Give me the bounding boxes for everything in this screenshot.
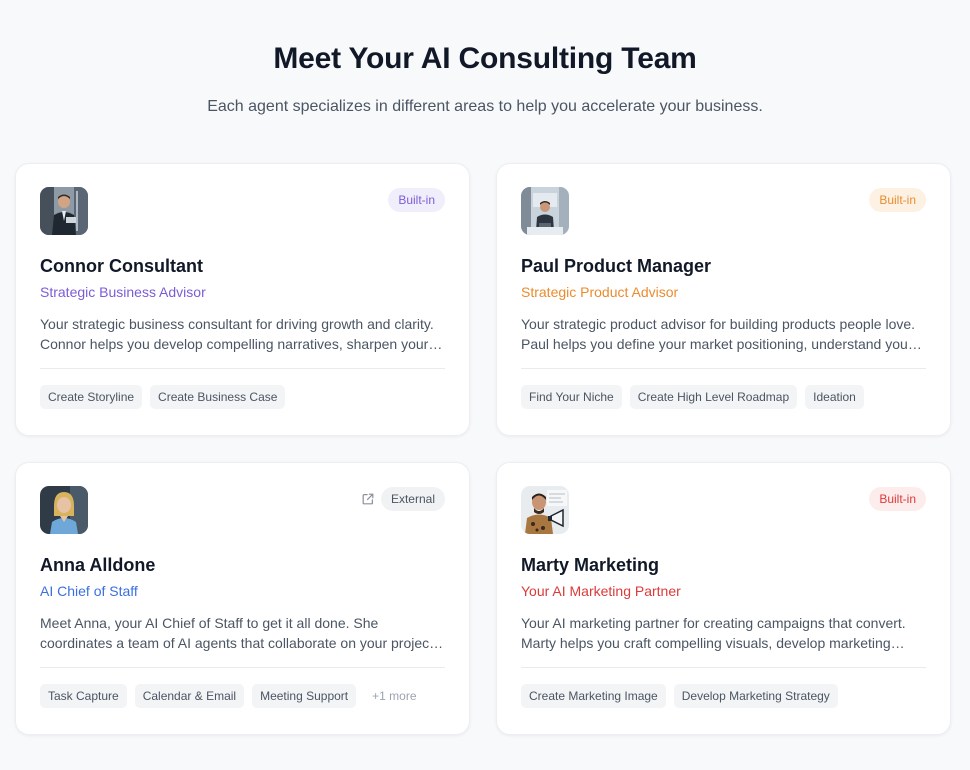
more-tags-link[interactable]: +1 more [364, 689, 416, 703]
skill-tag[interactable]: Meeting Support [252, 684, 357, 708]
divider [40, 667, 445, 668]
skill-tags: Create Storyline Create Business Case [40, 385, 445, 409]
skill-tag[interactable]: Create Storyline [40, 385, 143, 409]
builtin-badge: Built-in [869, 487, 926, 511]
divider [40, 368, 445, 369]
marty-avatar [521, 486, 569, 534]
external-badge-group: External [361, 487, 445, 511]
skill-tag[interactable]: Ideation [805, 385, 864, 409]
agent-grid: Built-in Connor Consultant Strategic Bus… [15, 163, 951, 735]
description-line: Your AI marketing partner for creating c… [521, 615, 906, 631]
divider [521, 667, 926, 668]
agent-card-anna[interactable]: External Anna Alldone AI Chief of Staff … [15, 462, 470, 735]
page: Meet Your AI Consulting Team Each agent … [0, 0, 970, 770]
description-line: Paul helps you define your market positi… [521, 336, 926, 352]
agent-role: Strategic Business Advisor [40, 284, 206, 300]
external-badge: External [380, 487, 445, 511]
agent-name: Anna Alldone [40, 555, 156, 575]
skill-tag[interactable]: Calendar & Email [134, 684, 245, 708]
agent-card-paul[interactable]: Built-in Paul Product Manager Strategic … [496, 163, 951, 436]
skill-tags: Task Capture Calendar & Email Meeting Su… [40, 684, 445, 708]
skill-tag[interactable]: Task Capture [40, 684, 127, 708]
agent-card-marty[interactable]: Built-in Marty Marketing Your AI Marketi… [496, 462, 951, 735]
agent-description: Meet Anna, your AI Chief of Staff to get… [40, 613, 445, 653]
agent-card-connor[interactable]: Built-in Connor Consultant Strategic Bus… [15, 163, 470, 436]
agent-role: Strategic Product Advisor [521, 284, 679, 300]
agent-role: Your AI Marketing Partner [521, 583, 681, 599]
agent-description: Your strategic product advisor for build… [521, 314, 926, 354]
hero: Meet Your AI Consulting Team Each agent … [0, 0, 970, 118]
agent-description: Your strategic business consultant for d… [40, 314, 445, 354]
agent-name: Connor Consultant [40, 256, 203, 276]
connor-avatar [40, 187, 88, 235]
divider [521, 368, 926, 369]
description-line: Meet Anna, your AI Chief of Staff to get… [40, 615, 379, 631]
skill-tag[interactable]: Develop Marketing Strategy [673, 684, 838, 708]
skill-tag[interactable]: Create Business Case [150, 385, 286, 409]
external-link-icon[interactable] [361, 492, 375, 506]
skill-tags: Create Marketing Image Develop Marketing… [521, 684, 926, 708]
skill-tag[interactable]: Find Your Niche [521, 385, 622, 409]
agent-name: Marty Marketing [521, 555, 660, 575]
builtin-badge: Built-in [388, 188, 445, 212]
description-line: Connor helps you develop compelling narr… [40, 336, 443, 352]
page-title: Meet Your AI Consulting Team [273, 42, 697, 75]
description-line: coordinates a team of AI agents that col… [40, 635, 444, 651]
paul-avatar [521, 187, 569, 235]
description-line: Marty helps you craft compelling visuals… [521, 635, 905, 651]
anna-avatar [40, 486, 88, 534]
skill-tag[interactable]: Create Marketing Image [521, 684, 666, 708]
agent-name: Paul Product Manager [521, 256, 712, 276]
skill-tags: Find Your Niche Create High Level Roadma… [521, 385, 926, 409]
builtin-badge: Built-in [869, 188, 926, 212]
agent-description: Your AI marketing partner for creating c… [521, 613, 926, 653]
description-line: Your strategic product advisor for build… [521, 316, 916, 332]
agent-role: AI Chief of Staff [40, 583, 138, 599]
skill-tag[interactable]: Create High Level Roadmap [629, 385, 798, 409]
description-line: Your strategic business consultant for d… [40, 316, 434, 332]
page-subtitle: Each agent specializes in different area… [207, 98, 763, 115]
